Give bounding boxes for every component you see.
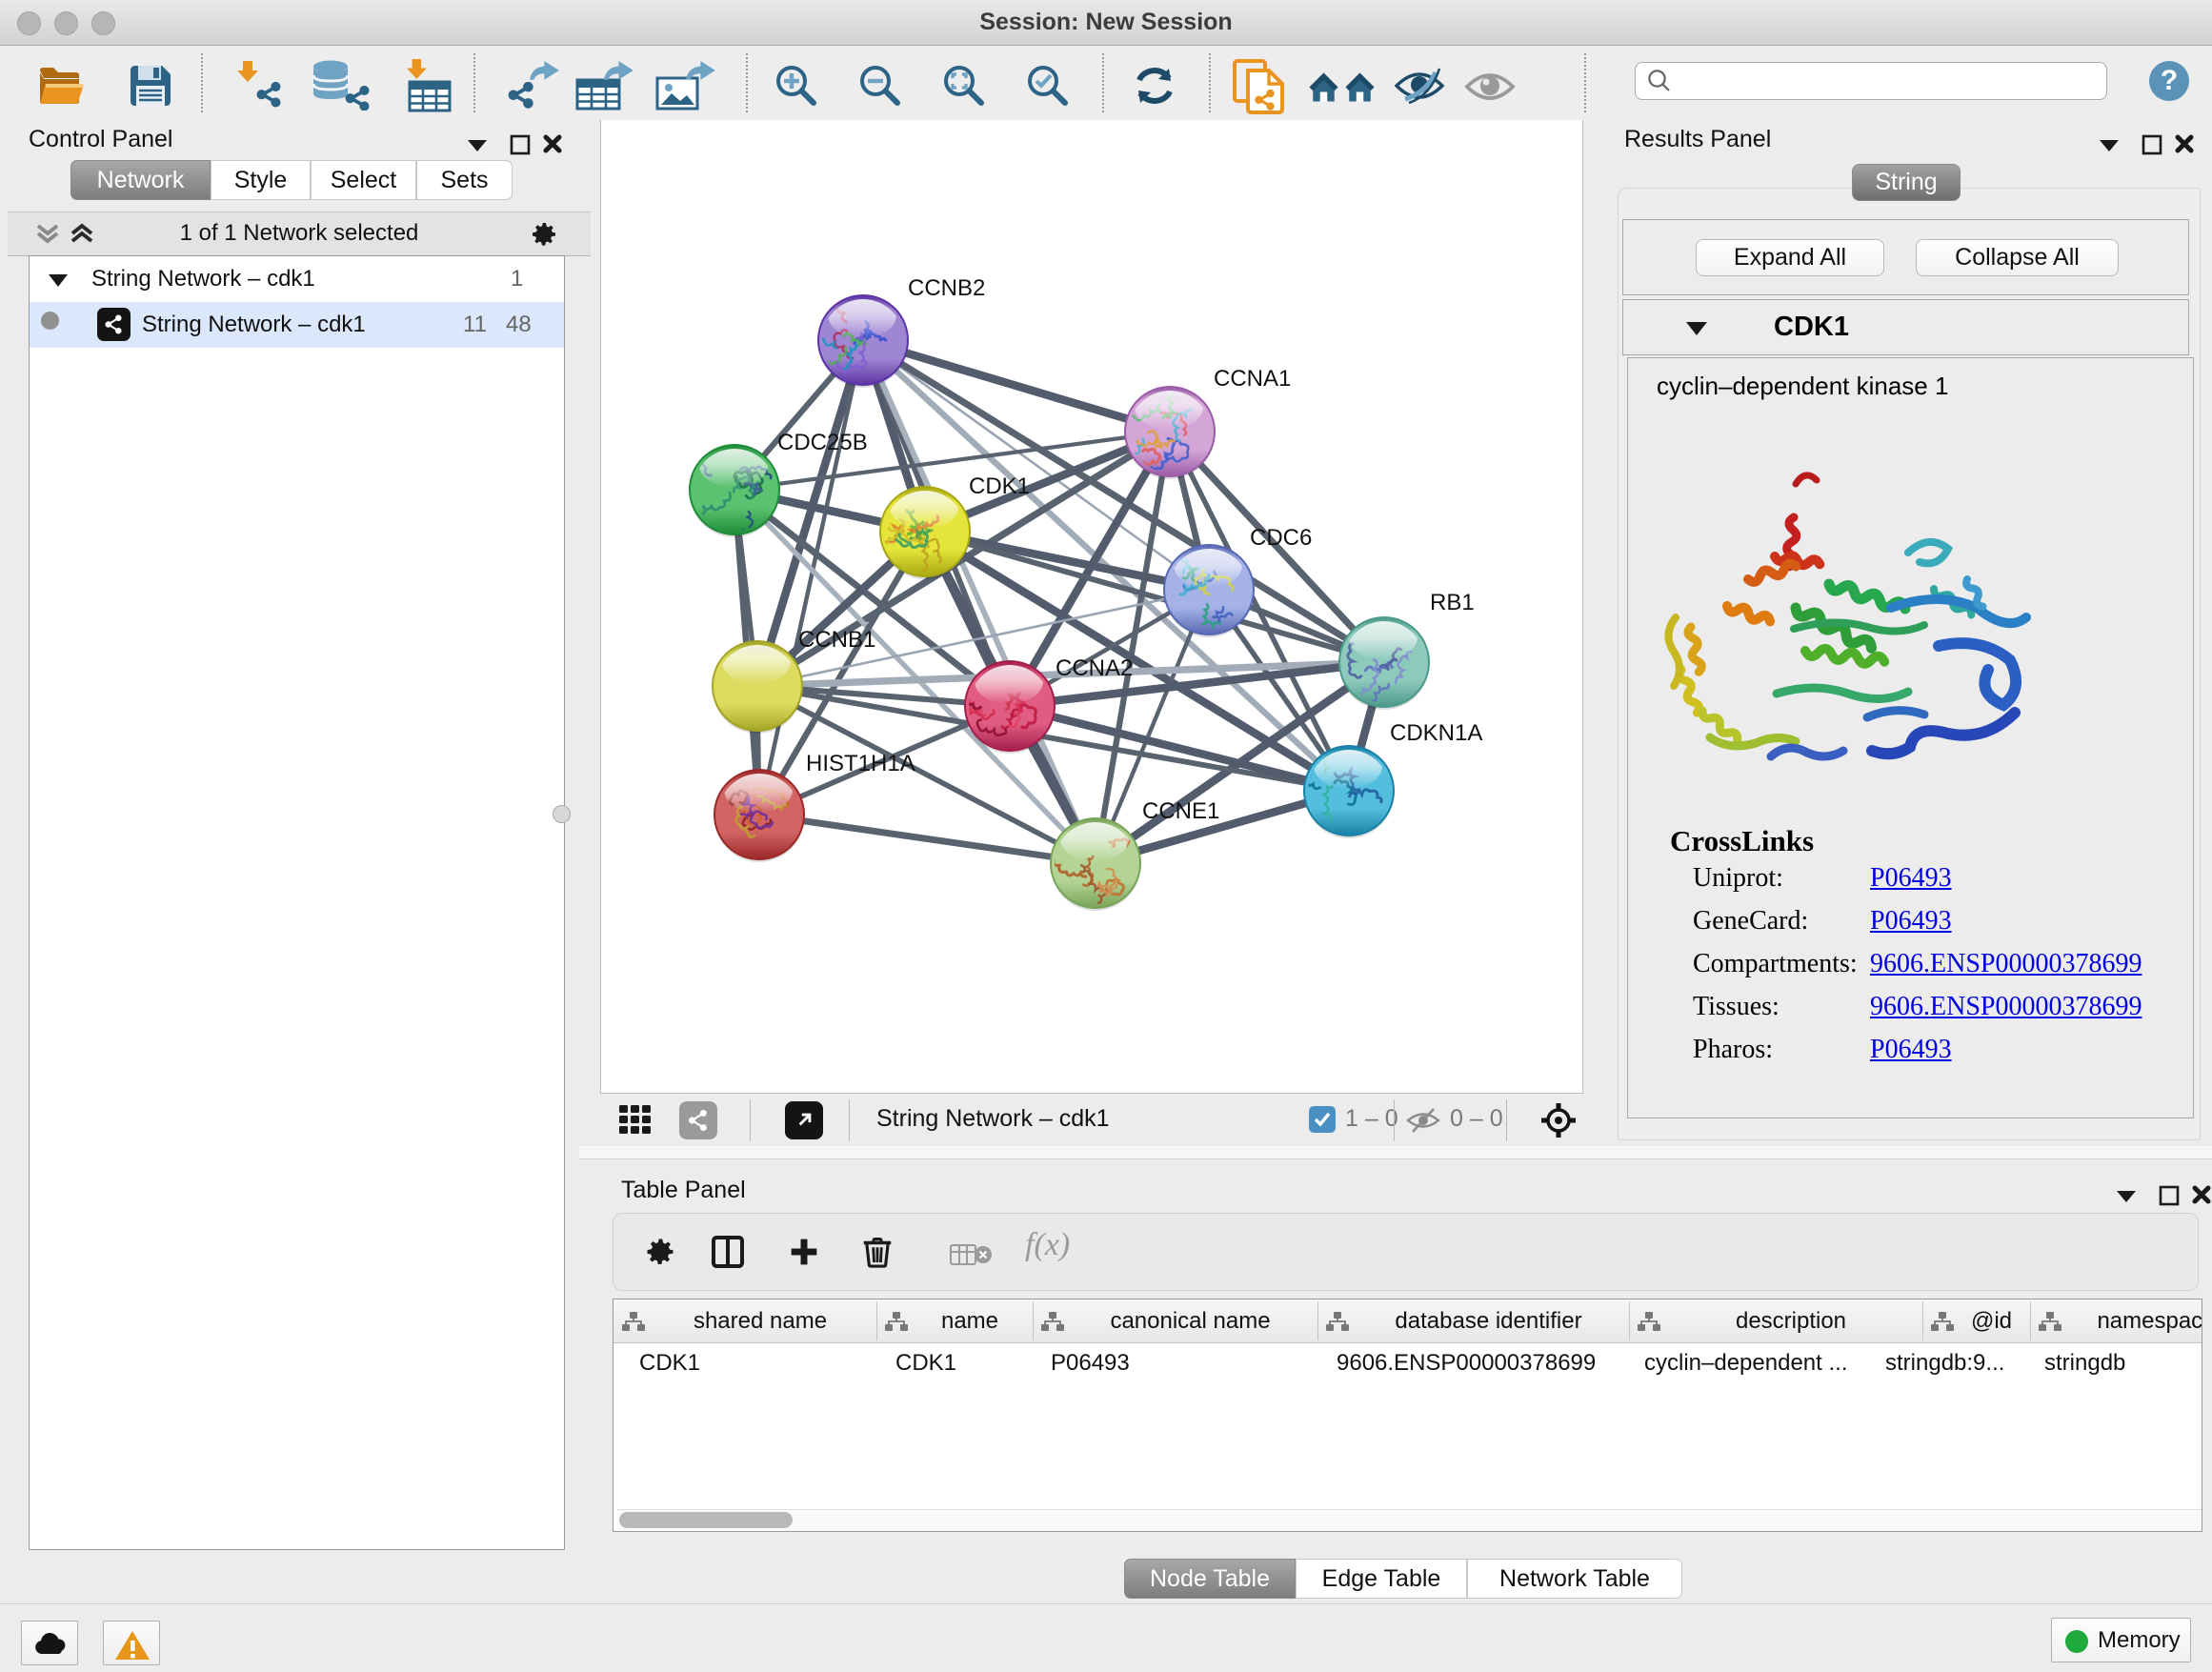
svg-text:CDC6: CDC6 [1250,525,1312,551]
svg-text:CDK1: CDK1 [969,473,1030,499]
svg-text:CCNA1: CCNA1 [1214,366,1291,392]
svg-text:RB1: RB1 [1430,590,1475,615]
svg-text:CCNB1: CCNB1 [798,627,875,653]
svg-text:HIST1H1A: HIST1H1A [806,751,915,776]
svg-text:CDKN1A: CDKN1A [1390,720,1482,746]
svg-text:CCNE1: CCNE1 [1142,798,1219,824]
svg-text:CCNB2: CCNB2 [908,275,985,301]
svg-text:CDC25B: CDC25B [777,430,868,455]
svg-text:CCNA2: CCNA2 [1056,655,1133,681]
